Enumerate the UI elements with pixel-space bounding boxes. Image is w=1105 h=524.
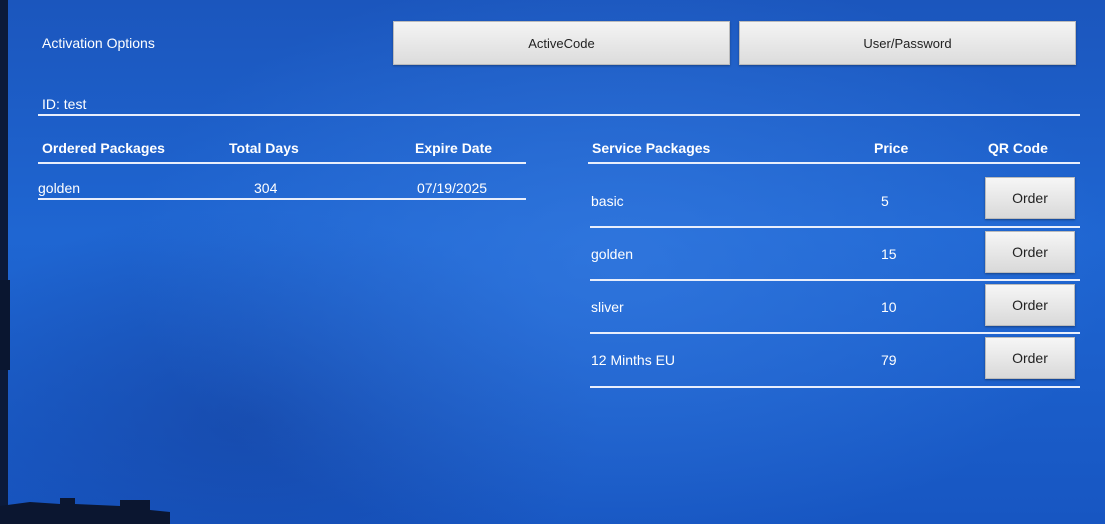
total-days-header: Total Days <box>229 140 299 156</box>
ordered-packages-header: Ordered Packages <box>42 140 165 156</box>
page-title: Activation Options <box>42 35 155 51</box>
service-header-divider <box>588 162 1080 164</box>
service-name-basic: basic <box>591 193 624 209</box>
service-row-divider <box>590 279 1080 281</box>
service-row-divider <box>590 386 1080 388</box>
service-price-sliver: 10 <box>881 299 897 315</box>
account-id: ID: test <box>42 96 87 112</box>
ordered-row-divider <box>38 198 526 200</box>
id-divider <box>38 114 1080 116</box>
service-price-golden: 15 <box>881 246 897 262</box>
order-button-golden[interactable]: Order <box>985 231 1075 273</box>
service-name-sliver: sliver <box>591 299 624 315</box>
left-frame-edge <box>0 0 8 524</box>
service-name-golden: golden <box>591 246 634 262</box>
order-button-basic[interactable]: Order <box>985 177 1075 219</box>
ordered-expire-date: 07/19/2025 <box>417 180 488 196</box>
service-row-divider <box>590 332 1080 334</box>
price-header: Price <box>874 140 909 156</box>
service-name-12-minths-eu: 12 Minths EU <box>591 352 676 368</box>
order-button-sliver[interactable]: Order <box>985 284 1075 326</box>
activecode-button[interactable]: ActiveCode <box>393 21 730 65</box>
ordered-package-name: golden <box>38 180 81 196</box>
background-building-silhouette <box>0 498 170 524</box>
service-price-12-minths-eu: 79 <box>881 352 897 368</box>
ordered-total-days: 304 <box>254 180 278 196</box>
left-frame-notch <box>0 280 10 370</box>
expire-date-header: Expire Date <box>415 140 493 156</box>
service-packages-header: Service Packages <box>592 140 711 156</box>
ordered-header-divider <box>38 162 526 164</box>
service-row-divider <box>590 226 1080 228</box>
qr-code-header: QR Code <box>988 140 1048 156</box>
user-password-button[interactable]: User/Password <box>739 21 1076 65</box>
service-price-basic: 5 <box>881 193 889 209</box>
order-button-12-minths-eu[interactable]: Order <box>985 337 1075 379</box>
